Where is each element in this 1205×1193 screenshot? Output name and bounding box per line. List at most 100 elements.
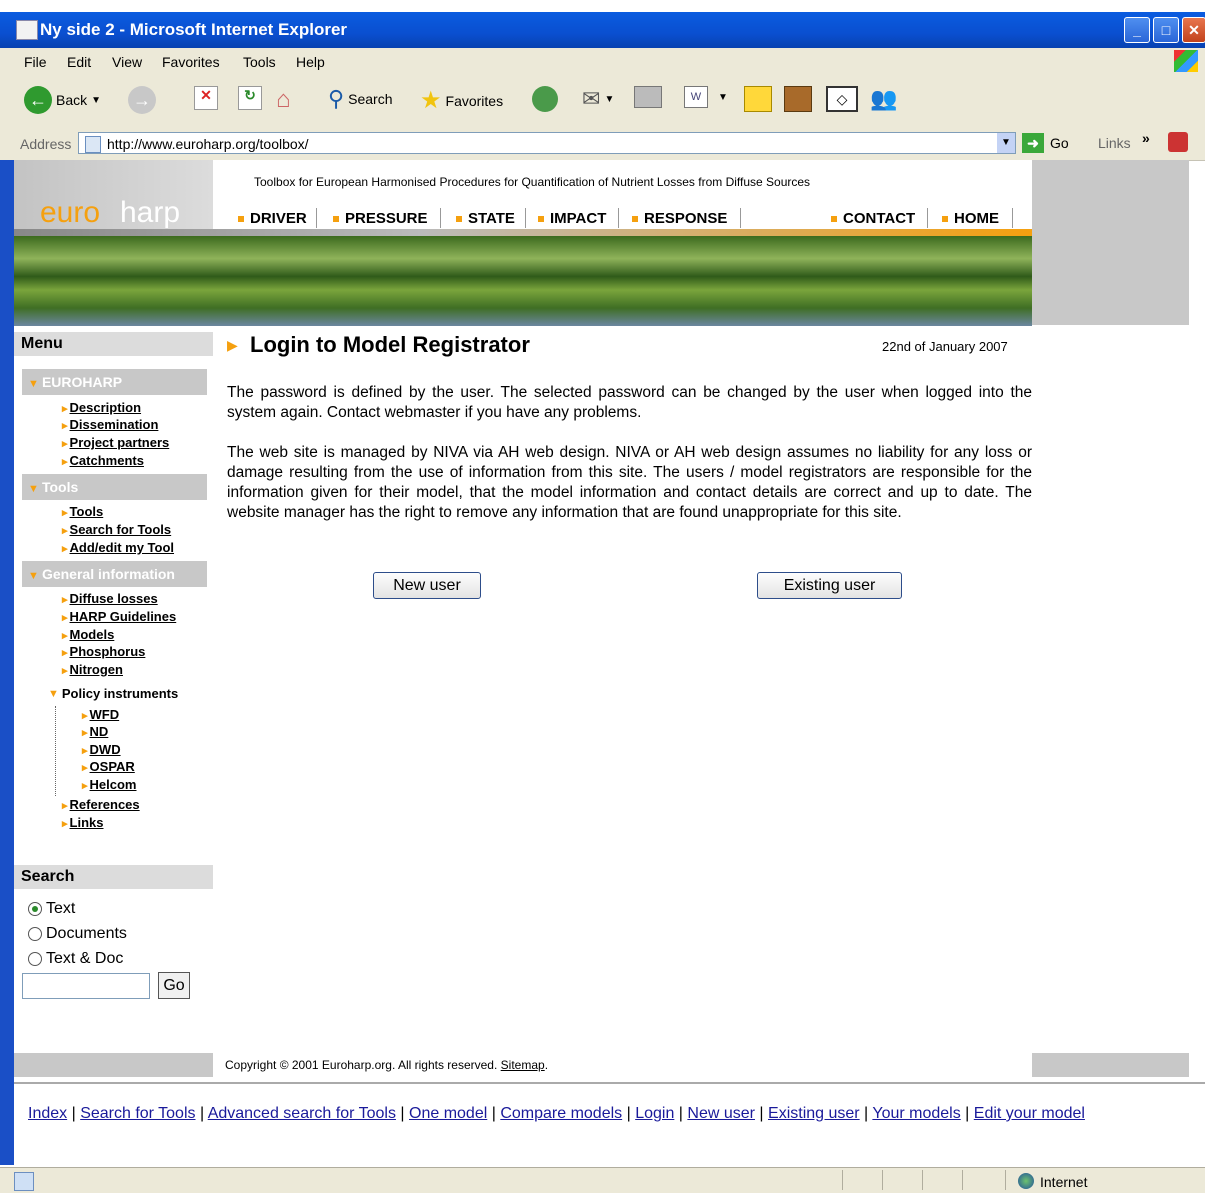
section-tools[interactable]: Tools (22, 474, 207, 500)
link-phosphorus[interactable]: Phosphorus (62, 644, 146, 659)
link-edit-your-model[interactable]: Edit your model (974, 1105, 1085, 1122)
nav-separator (740, 208, 741, 228)
link-wfd[interactable]: WFD (82, 707, 120, 722)
close-button[interactable]: ✕ (1182, 17, 1205, 43)
links-label[interactable]: Links (1098, 135, 1131, 151)
toolbar: ← Back ▼ → ✕ ↻ ⌂ ⚲ Search ★ Favorites ✉ ▼ … (0, 76, 1205, 129)
link-your-models[interactable]: Your models (872, 1105, 960, 1122)
back-button[interactable]: ← Back ▼ (24, 86, 101, 114)
nav-contact[interactable]: CONTACT (831, 210, 915, 227)
menu-help[interactable]: Help (296, 54, 325, 70)
nav-separator (525, 208, 526, 228)
link-models[interactable]: Models (62, 627, 115, 642)
existing-user-button[interactable]: Existing user (757, 572, 902, 599)
nav-pressure[interactable]: PRESSURE (333, 210, 428, 227)
link-one-model[interactable]: One model (409, 1105, 487, 1122)
radio-documents[interactable]: Documents (28, 925, 127, 943)
nav-home[interactable]: HOME (942, 210, 999, 227)
pdf-icon[interactable] (1168, 132, 1188, 152)
stop-button[interactable]: ✕ (194, 86, 218, 110)
link-dwd[interactable]: DWD (82, 742, 121, 757)
link-advanced-search[interactable]: Advanced search for Tools (208, 1105, 396, 1122)
menu-tools[interactable]: Tools (243, 54, 276, 70)
footer-divider (14, 1082, 1205, 1084)
refresh-icon: ↻ (238, 86, 262, 110)
link-index[interactable]: Index (28, 1105, 67, 1122)
link-login[interactable]: Login (635, 1105, 674, 1122)
euroharp-logo[interactable]: euro harp (14, 160, 213, 236)
search-input[interactable] (22, 973, 150, 999)
link-add-edit-my-tool[interactable]: Add/edit my Tool (62, 540, 174, 555)
page-icon (85, 136, 101, 153)
favorites-button[interactable]: ★ Favorites (420, 86, 503, 115)
window-left-border (0, 160, 14, 1165)
menu-edit[interactable]: Edit (67, 54, 91, 70)
nav-separator (927, 208, 928, 228)
refresh-button[interactable]: ↻ (238, 86, 262, 110)
edit-button[interactable]: W ▼ (684, 86, 728, 108)
history-button[interactable] (532, 86, 558, 112)
link-description[interactable]: Description (62, 400, 142, 415)
logo-euro: euro (40, 196, 101, 229)
chevron-right-icon[interactable]: » (1142, 130, 1150, 146)
mail-button[interactable]: ✉ ▼ (582, 86, 614, 112)
home-button[interactable]: ⌂ (276, 86, 291, 114)
link-dissemination[interactable]: Dissemination (62, 417, 159, 432)
link-search-for-tools[interactable]: Search for Tools (62, 522, 172, 537)
address-dropdown-icon[interactable]: ▼ (997, 133, 1015, 153)
menu-file[interactable]: File (24, 54, 47, 70)
maximize-button[interactable]: □ (1153, 17, 1179, 43)
new-user-button[interactable]: New user (373, 572, 481, 599)
link-search-for-tools-footer[interactable]: Search for Tools (80, 1105, 195, 1122)
title-arrow-icon: ▶ (227, 337, 238, 353)
menu-favorites[interactable]: Favorites (162, 54, 220, 70)
media-button[interactable]: ◇ (826, 86, 858, 112)
radio-text[interactable]: Text (28, 900, 75, 918)
go-button[interactable]: ➜ Go (1022, 133, 1069, 153)
link-diffuse-losses[interactable]: Diffuse losses (62, 591, 158, 606)
nav-state[interactable]: STATE (456, 210, 515, 227)
forward-button[interactable]: → (128, 86, 156, 114)
security-zone: Internet (1040, 1174, 1088, 1190)
link-helcom[interactable]: Helcom (82, 777, 137, 792)
section-general-information[interactable]: General information (22, 561, 207, 587)
landscape-banner-image (14, 236, 1032, 326)
minimize-button[interactable]: _ (1124, 17, 1150, 43)
link-harp-guidelines[interactable]: HARP Guidelines (62, 609, 177, 624)
link-new-user[interactable]: New user (687, 1105, 755, 1122)
search-button[interactable]: ⚲ Search (328, 86, 392, 112)
nav-response[interactable]: RESPONSE (632, 210, 727, 227)
address-input[interactable]: http://www.euroharp.org/toolbox/ ▼ (78, 132, 1016, 154)
sitemap-link[interactable]: Sitemap (501, 1058, 545, 1072)
discuss-button[interactable] (744, 86, 772, 112)
tree-line (55, 706, 57, 796)
link-project-partners[interactable]: Project partners (62, 435, 170, 450)
link-nd[interactable]: ND (82, 724, 109, 739)
research-button[interactable] (784, 86, 812, 112)
ie-app-icon (16, 20, 38, 40)
link-existing-user[interactable]: Existing user (768, 1105, 860, 1122)
copyright: Copyright © 2001 Euroharp.org. All right… (225, 1058, 549, 1072)
print-button[interactable] (634, 86, 662, 108)
link-catchments[interactable]: Catchments (62, 453, 144, 468)
link-references[interactable]: References (62, 797, 140, 812)
section-euroharp[interactable]: EUROHARP (22, 369, 207, 395)
link-links[interactable]: Links (62, 815, 104, 830)
link-tools[interactable]: Tools (62, 504, 104, 519)
status-divider (1005, 1170, 1006, 1190)
mail-icon: ✉ (582, 86, 601, 111)
policy-instruments-node[interactable]: ▼ Policy instruments (48, 686, 178, 701)
messenger-button[interactable]: 👥 (870, 86, 897, 112)
address-url: http://www.euroharp.org/toolbox/ (107, 136, 309, 152)
nav-separator (1012, 208, 1013, 228)
go-arrow-icon: ➜ (1022, 133, 1044, 153)
nav-driver[interactable]: DRIVER (238, 210, 307, 227)
search-go-button[interactable]: Go (158, 972, 190, 999)
status-divider (922, 1170, 923, 1190)
link-ospar[interactable]: OSPAR (82, 759, 135, 774)
menu-view[interactable]: View (112, 54, 142, 70)
link-compare-models[interactable]: Compare models (500, 1105, 622, 1122)
nav-impact[interactable]: IMPACT (538, 210, 606, 227)
link-nitrogen[interactable]: Nitrogen (62, 662, 123, 677)
radio-text-and-doc[interactable]: Text & Doc (28, 950, 123, 968)
